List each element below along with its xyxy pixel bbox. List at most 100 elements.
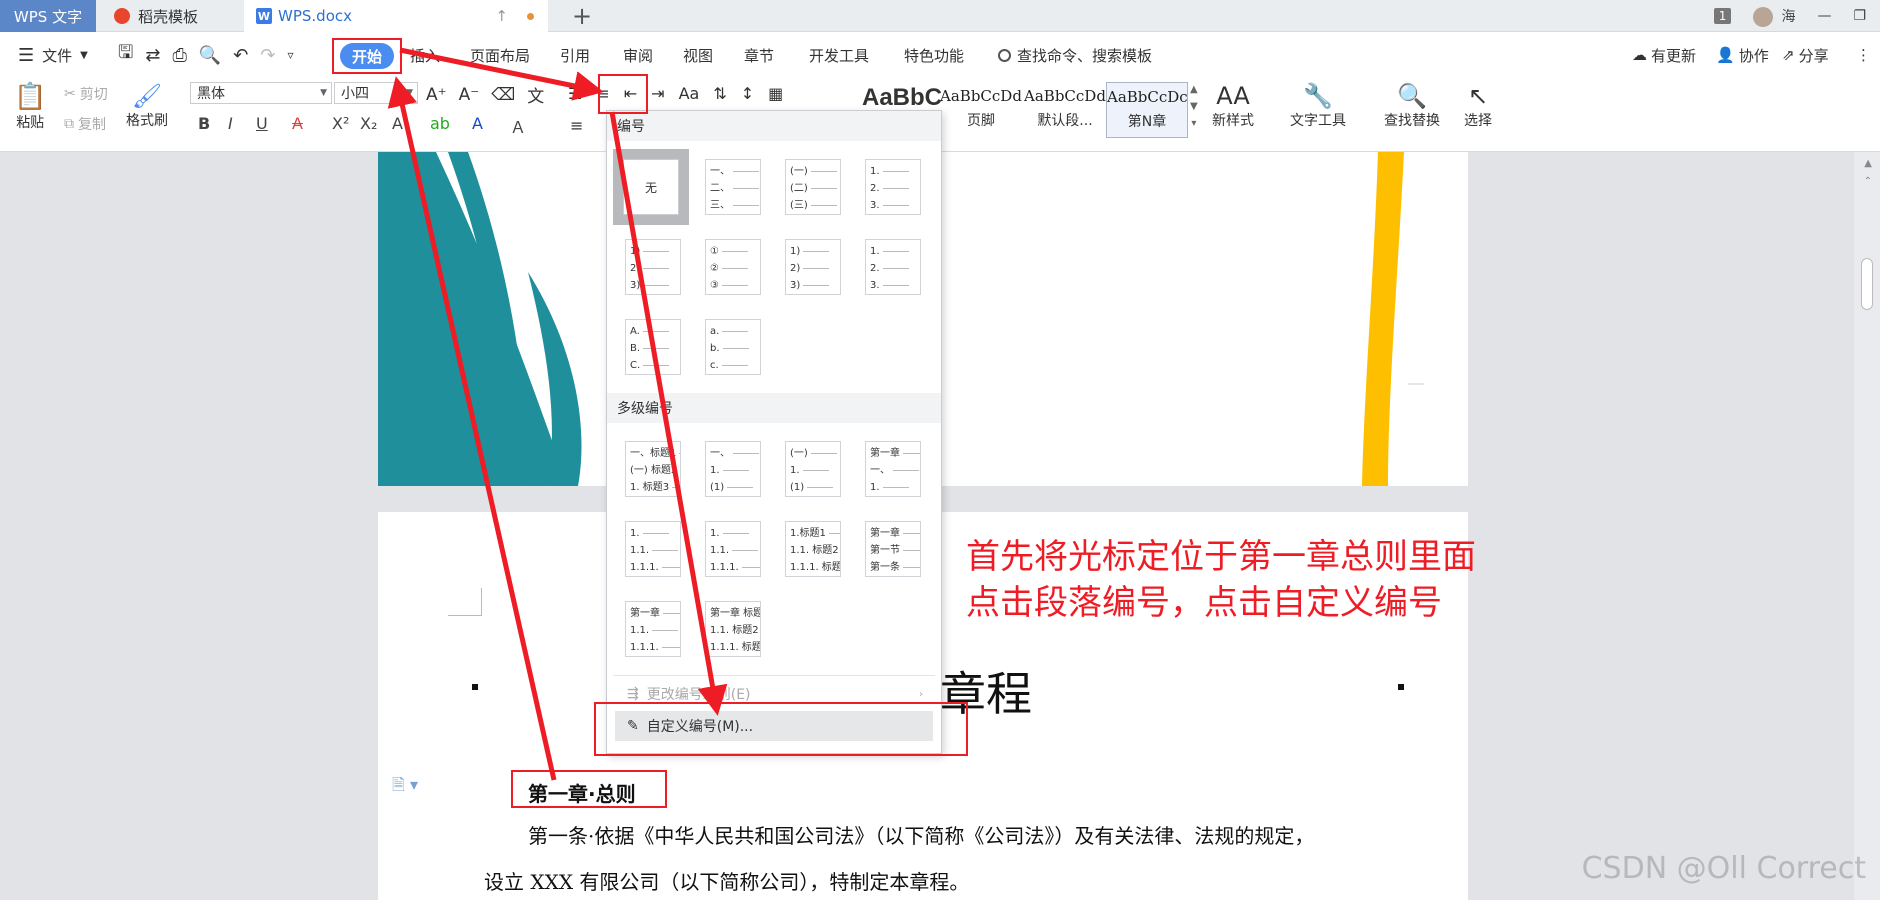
article-paragraph-2[interactable]: 设立 XXX 有限公司（以下简称公司），特制定本章程。 — [484, 866, 969, 895]
print-preview-icon[interactable]: 🔍 — [199, 45, 221, 66]
tab-template[interactable]: 稻壳模板 — [104, 0, 234, 32]
customize-icon[interactable]: ▿ — [287, 48, 293, 62]
multilevel-option[interactable]: 第一章 1.1. 1.1.1. — [625, 601, 681, 657]
numbering-option[interactable]: 1. 2. 3. — [865, 239, 921, 295]
borders-icon[interactable]: ▦ — [768, 84, 783, 103]
italic-button[interactable]: I — [228, 114, 233, 133]
multilevel-option[interactable]: 一、 1. (1) — [705, 441, 761, 497]
numbering-option[interactable]: ①②③ — [705, 239, 761, 295]
user-menu[interactable]: 海 — [1753, 6, 1795, 27]
more-icon[interactable]: ⋮ — [1856, 40, 1871, 70]
menu-special[interactable]: 特色功能 — [904, 40, 964, 70]
multilevel-option[interactable]: 第一章 标题11.1. 标题21.1.1. 标题3 — [705, 601, 761, 657]
paste-button[interactable]: 📋 粘贴 — [14, 82, 46, 132]
scroll-page-up-icon[interactable]: ⌃ — [1864, 176, 1872, 187]
superscript-button[interactable]: X² — [332, 114, 349, 133]
menu-devtools[interactable]: 开发工具 — [809, 40, 869, 70]
strikethrough-button[interactable]: A — [292, 114, 303, 133]
article-paragraph-1[interactable]: 第一条·依据《中华人民共和国公司法》（以下简称《公司法》）及有关法律、法规的规定… — [528, 820, 1314, 849]
export-icon[interactable]: ⇄ — [145, 45, 160, 66]
redo-icon[interactable]: ↷ — [260, 45, 275, 66]
increase-indent-icon[interactable]: ⇥ — [651, 84, 664, 103]
numbering-option[interactable]: A. B. C. — [625, 319, 681, 375]
text-tools-button[interactable]: 🔧 文字工具 — [1290, 82, 1346, 130]
style-chapter-n[interactable]: AaBbCcDc 第N章 — [1106, 82, 1188, 138]
tab-label: WPS 文字 — [13, 7, 83, 26]
cut-label: 剪切 — [79, 87, 108, 103]
style-sample: AaBbCcDd — [940, 87, 1022, 105]
share-button[interactable]: ⇗ 分享 — [1782, 40, 1829, 70]
multilevel-option[interactable]: 第一章 第一节 第一条 — [865, 521, 921, 577]
font-size-select[interactable]: 小四 ▼ — [334, 82, 418, 104]
new-style-button[interactable]: AA 新样式 — [1212, 82, 1254, 130]
minimize-icon[interactable]: — — [1817, 8, 1831, 24]
print-icon[interactable]: ⎙ — [172, 45, 186, 66]
scroll-up-icon[interactable]: ▲ — [1864, 158, 1872, 169]
save-icon[interactable]: 🖫 — [118, 40, 133, 70]
chevron-right-icon: › — [919, 688, 923, 700]
underline-button[interactable]: U — [256, 114, 268, 133]
magnifier-icon: 🔍 — [1397, 82, 1427, 110]
new-tab-button[interactable]: + — [572, 0, 592, 32]
menu-insert[interactable]: 插入 — [410, 40, 440, 70]
scrollbar-thumb[interactable] — [1861, 258, 1873, 310]
numbering-none-option[interactable]: 无 — [613, 149, 689, 225]
style-footer[interactable]: AaBbCcDd 页脚 — [940, 82, 1022, 138]
highlight-button[interactable]: ab — [430, 114, 450, 133]
numbering-option[interactable]: a. b. c. — [705, 319, 761, 375]
collab-button[interactable]: 👤 协作 — [1716, 40, 1769, 70]
bold-button[interactable]: B — [198, 114, 210, 133]
style-default-paragraph[interactable]: AaBbCcDd 默认段... — [1024, 82, 1106, 138]
upload-icon[interactable]: ↑ — [495, 7, 508, 25]
style-scroll-arrows[interactable]: ▲ ▼ ▾ — [1190, 84, 1198, 129]
numbering-option[interactable]: 1) 2) 3) — [785, 239, 841, 295]
window-count-badge[interactable]: 1 — [1713, 8, 1732, 24]
copy-button[interactable]: ⧉ 复制 — [64, 114, 106, 134]
subscript-button[interactable]: X₂ — [360, 114, 377, 133]
format-painter-button[interactable]: 🖌 格式刷 — [126, 82, 168, 130]
style-heading-preview[interactable]: AaBbC — [862, 84, 942, 112]
menu-reference[interactable]: 引用 — [560, 40, 590, 70]
char-shading-button[interactable]: Ａ — [510, 114, 526, 138]
multilevel-option[interactable]: 1. 1.1. 1.1.1. — [705, 521, 761, 577]
align-left-icon[interactable]: ≡ — [570, 116, 583, 135]
select-button[interactable]: ↖ 选择 — [1464, 82, 1492, 130]
menu-view[interactable]: 视图 — [683, 40, 713, 70]
tab-wps-writer[interactable]: WPS 文字 — [0, 0, 96, 32]
find-replace-button[interactable]: 🔍 查找替换 — [1384, 82, 1440, 130]
multilevel-option[interactable]: 一、标题1 (一) 标题2 1. 标题3 — [625, 441, 681, 497]
multilevel-option[interactable]: (一) 1. (1) — [785, 441, 841, 497]
change-case-icon[interactable]: Aa — [679, 84, 700, 103]
file-menu[interactable]: ☰ 文件 ▼ — [18, 40, 88, 70]
numbering-option[interactable]: 一、 二、 三、 — [705, 159, 761, 215]
numbering-option[interactable]: 1. 2. 3. — [865, 159, 921, 215]
shrink-font-icon[interactable]: A⁻ — [459, 85, 480, 105]
undo-icon[interactable]: ↶ — [233, 45, 248, 66]
update-button[interactable]: ☁ 有更新 — [1632, 40, 1696, 70]
sort-icon[interactable]: ⇅ — [713, 84, 726, 103]
multilevel-option[interactable]: 1.标题11.1. 标题21.1.1. 标题3 — [785, 521, 841, 577]
clear-format-icon[interactable]: ⌫ — [491, 85, 515, 105]
numbering-option[interactable]: (一) (二) (三) — [785, 159, 841, 215]
line-spacing-icon[interactable]: ↕ — [741, 84, 754, 103]
grow-font-icon[interactable]: A⁺ — [426, 85, 447, 105]
paragraph-handle-icon[interactable]: 🗎 ▾ — [392, 774, 418, 801]
numbering-line: 1. — [630, 525, 680, 542]
restore-icon[interactable]: ❐ — [1853, 8, 1866, 24]
multilevel-option[interactable]: 第一章 一、 1. — [865, 441, 921, 497]
multilevel-option[interactable]: 1. 1.1. 1.1.1. — [625, 521, 681, 577]
menu-review[interactable]: 审阅 — [623, 40, 653, 70]
text-effect-button[interactable]: A — [392, 114, 403, 133]
phonetic-icon[interactable]: 文 — [527, 82, 544, 107]
bullets-icon[interactable]: ☰ — [568, 84, 582, 103]
numbering-option[interactable]: 1) 2) 3) — [625, 239, 681, 295]
numbering-line: 3) — [790, 277, 840, 294]
numbering-line: (1) — [710, 479, 760, 496]
cut-button[interactable]: ✂ 剪切 — [64, 84, 108, 104]
menu-page-layout[interactable]: 页面布局 — [470, 40, 530, 70]
tab-document[interactable]: W WPS.docx ↑ — [244, 0, 548, 32]
menu-chapter[interactable]: 章节 — [744, 40, 774, 70]
font-color-button[interactable]: A — [472, 114, 483, 133]
command-search[interactable]: 查找命令、搜索模板 — [998, 40, 1152, 70]
font-family-select[interactable]: 黑体 ▼ — [190, 82, 332, 104]
